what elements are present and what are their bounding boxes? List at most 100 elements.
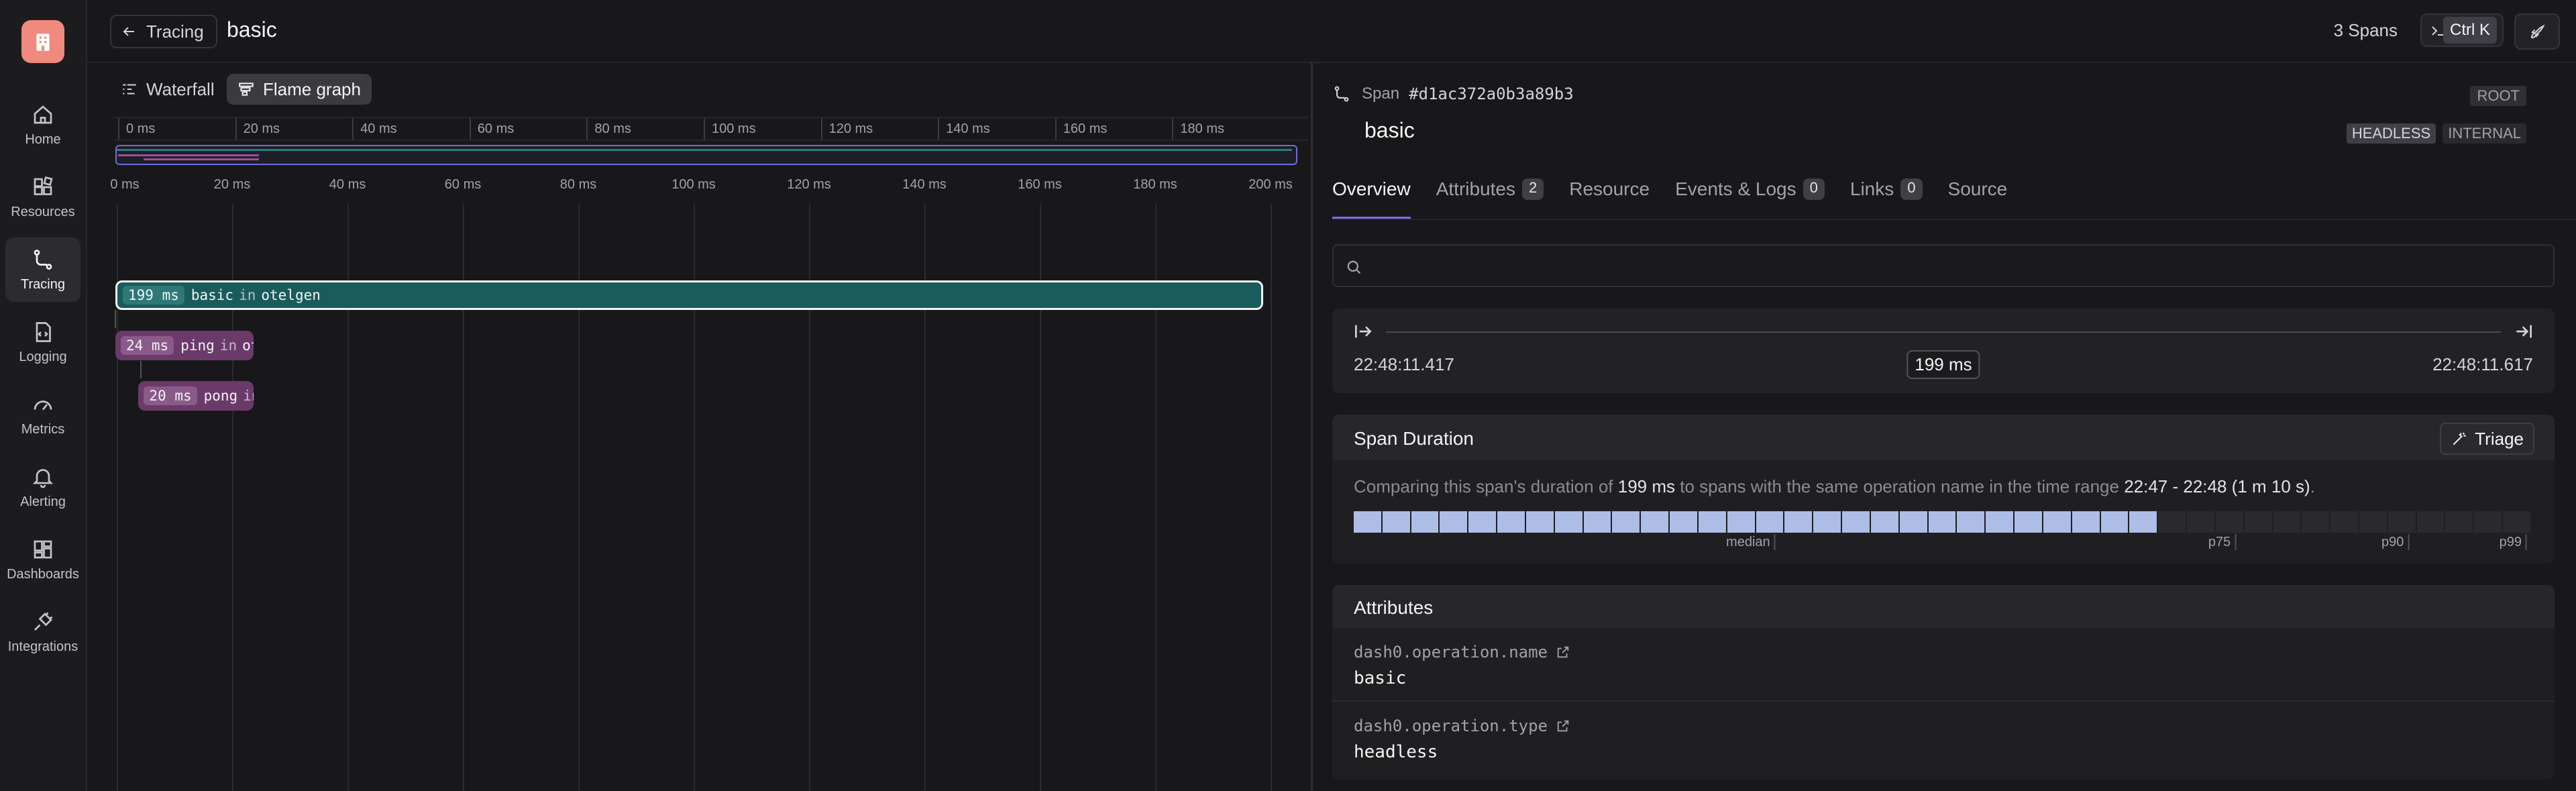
end-time: 22:48:11.617 <box>2432 354 2533 374</box>
tab-count: 0 <box>1900 178 1923 200</box>
announcements-button[interactable] <box>2514 13 2560 50</box>
histogram-bucket <box>1612 511 1642 533</box>
span-label: Span <box>1362 85 1400 103</box>
histogram-bucket <box>2215 511 2245 533</box>
axis-tick-label: 60 ms <box>444 177 482 192</box>
histogram-bucket <box>1813 511 1843 533</box>
span-detail-panel: Span #d1ac372a0b3a89b3 ROOT basic HEADLE… <box>1313 63 2576 791</box>
attribute-row[interactable]: dash0.operation.name basic <box>1332 628 2555 700</box>
attribute-value: headless <box>1354 742 1438 762</box>
shortcut-kbd: Ctrl K <box>2443 17 2497 44</box>
minimap-range-selector[interactable] <box>115 145 1297 165</box>
histogram-bucket <box>1784 511 1814 533</box>
root-badge: ROOT <box>2470 86 2526 106</box>
tab-label: Source <box>1947 178 2008 199</box>
panel-resize-handle[interactable] <box>1311 63 1313 791</box>
command-palette-button[interactable]: Ctrl K <box>2420 13 2504 47</box>
histogram-bucket <box>1698 511 1727 533</box>
histogram-bucket <box>1928 511 1957 533</box>
attribute-value: basic <box>1354 668 1407 688</box>
page-title: basic <box>227 17 277 42</box>
internal-badge: INTERNAL <box>2443 123 2526 144</box>
desc-suffix: . <box>2310 476 2315 496</box>
desc-prefix: Comparing this span's duration of <box>1354 476 1613 496</box>
histogram-bucket <box>1756 511 1785 533</box>
tab-label: Overview <box>1332 178 1411 199</box>
tracing-icon <box>34 249 52 270</box>
histogram-bucket <box>1382 511 1411 533</box>
span-duration-title: Span Duration <box>1354 428 1474 449</box>
start-arrow-icon <box>1355 325 1372 338</box>
attributes-title: Attributes <box>1354 597 1434 618</box>
histogram-bucket <box>1411 511 1440 533</box>
minimap-tick: 20 ms <box>235 118 280 140</box>
tab-waterfall[interactable]: Waterfall <box>110 74 225 105</box>
tab-overview[interactable]: Overview <box>1332 176 1411 219</box>
sidebar: Home Resources Tracing Logging Metrics A… <box>0 0 87 791</box>
histogram-bucket <box>2416 511 2446 533</box>
minimap-tick: 120 ms <box>820 118 873 140</box>
histogram-bucket <box>1525 511 1555 533</box>
detail-tabs: Overview Attributes 2 Resource Events & L… <box>1332 176 2576 220</box>
sidebar-item-label: Metrics <box>21 421 65 437</box>
waterfall-icon <box>123 84 136 95</box>
resources-icon <box>34 176 53 195</box>
tab-events-logs[interactable]: Events & Logs 0 <box>1675 176 1825 219</box>
attribute-row[interactable]: dash0.operation.type headless <box>1332 702 2555 774</box>
histogram-bucket <box>1957 511 1986 533</box>
sidebar-item-dashboards[interactable]: Dashboards <box>5 527 80 592</box>
span-bar-basic[interactable]: 199 ms basic in otelgen <box>115 280 1264 310</box>
histogram-bucket <box>2387 511 2417 533</box>
minimap-axis: 0 ms 20 ms 40 ms 60 ms 80 ms 100 ms 120 ms 140 … <box>114 117 1308 141</box>
sidebar-item-alerting[interactable]: Alerting <box>5 455 80 519</box>
span-bar-pong[interactable]: 20 msponginotelgen <box>138 381 254 411</box>
back-to-tracing-button[interactable]: Tracing <box>110 15 217 48</box>
tab-label: Flame graph <box>263 78 361 99</box>
span-in: in <box>243 388 254 404</box>
building-logo-icon <box>36 34 50 51</box>
external-link-icon[interactable] <box>1556 645 1570 660</box>
duration-badge: 199 ms <box>1907 350 1980 379</box>
app-logo[interactable] <box>21 20 64 63</box>
histogram-bucket <box>2015 511 2043 533</box>
histogram-bucket <box>1670 511 1699 533</box>
sidebar-item-label: Alerting <box>20 494 66 509</box>
tab-resource[interactable]: Resource <box>1569 176 1650 219</box>
tab-label: Links <box>1849 178 1894 199</box>
triage-button[interactable]: Triage <box>2440 423 2534 455</box>
sidebar-item-home[interactable]: Home <box>5 93 80 157</box>
percentile-labels: median p75 p90 p99 <box>1354 534 2532 554</box>
span-duration-description: Comparing this span's duration of 199 ms… <box>1354 476 2315 497</box>
sidebar-item-integrations[interactable]: Integrations <box>5 600 80 664</box>
histogram-bucket <box>2072 511 2101 533</box>
axis-tick-label: 200 ms <box>1248 177 1293 192</box>
axis-tick-label: 140 ms <box>902 177 947 192</box>
triage-label: Triage <box>2475 428 2524 449</box>
terminal-icon <box>2432 26 2443 36</box>
sidebar-item-metrics[interactable]: Metrics <box>5 382 80 447</box>
tab-attributes[interactable]: Attributes 2 <box>1436 176 1544 219</box>
external-link-icon[interactable] <box>1556 719 1570 733</box>
axis-tick-label: 20 ms <box>213 177 251 192</box>
rocket-icon <box>2530 24 2545 39</box>
sidebar-item-resources[interactable]: Resources <box>5 165 80 229</box>
histogram-bucket <box>1583 511 1613 533</box>
minimap-spans <box>117 149 1292 160</box>
histogram-bucket <box>1440 511 1469 533</box>
sidebar-item-tracing[interactable]: Tracing <box>5 238 80 302</box>
tab-flame-graph[interactable]: Flame graph <box>227 74 372 105</box>
percentile-p75: p75 <box>2208 534 2237 550</box>
axis-tick-label: 160 ms <box>1018 177 1062 192</box>
minimap-span-pong <box>144 158 259 160</box>
sidebar-item-logging[interactable]: Logging <box>5 310 80 374</box>
span-in: in <box>239 287 256 303</box>
search-input[interactable] <box>1332 244 2555 287</box>
histogram-bucket <box>1842 511 1871 533</box>
tab-links[interactable]: Links 0 <box>1850 176 1923 219</box>
span-duration-header: Span Duration Triage <box>1332 415 2555 460</box>
tab-source[interactable]: Source <box>1948 176 2008 219</box>
span-name: basic <box>191 287 234 303</box>
minimap-span-basic <box>117 149 1292 151</box>
span-id[interactable]: #d1ac372a0b3a89b3 <box>1409 85 1574 103</box>
start-time: 22:48:11.417 <box>1354 354 1454 374</box>
